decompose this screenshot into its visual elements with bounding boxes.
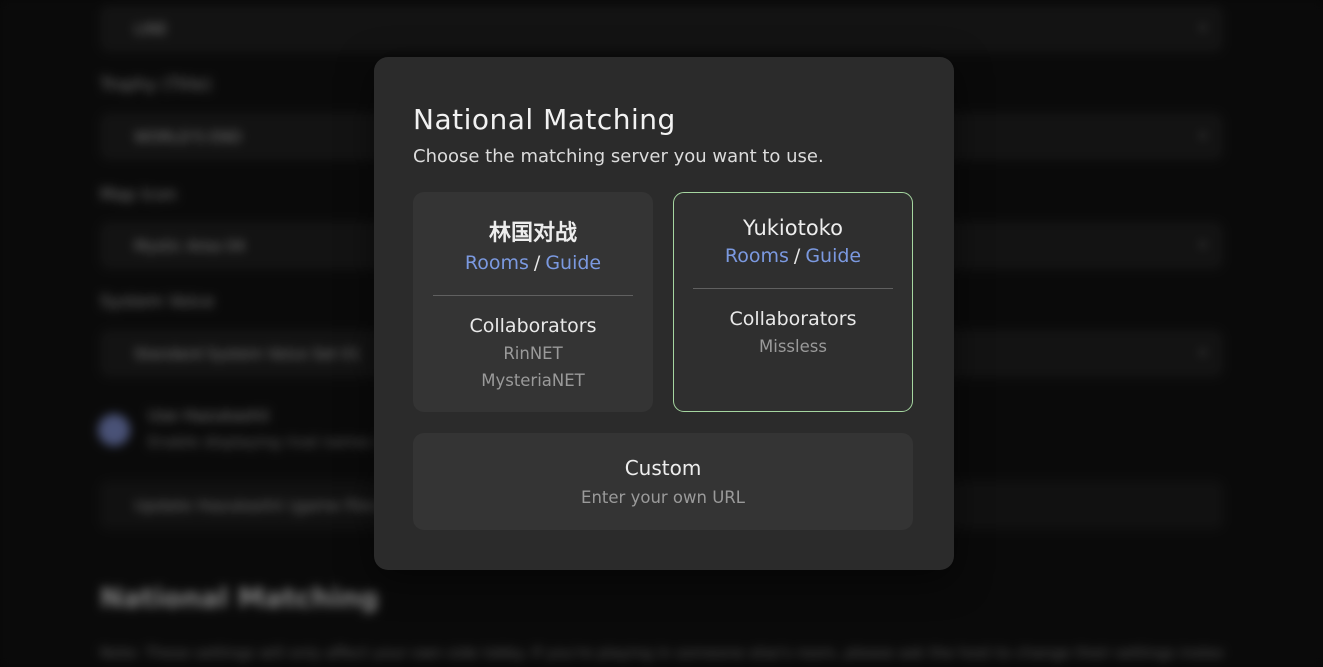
custom-card-subtitle: Enter your own URL (581, 488, 745, 507)
collaborator-name: MysteriaNET (413, 367, 653, 394)
link-separator: / (534, 252, 540, 274)
server-card-linguo[interactable]: 林国对战 Rooms/Guide Collaborators RinNET My… (413, 192, 653, 412)
rooms-link[interactable]: Rooms (725, 245, 789, 267)
server-links: Rooms/Guide (674, 245, 912, 267)
national-matching-modal: National Matching Choose the matching se… (374, 57, 954, 570)
screen: LINE ▾ Trophy (Title) WORLD'S END ▾ Map … (0, 0, 1323, 667)
collaborator-name: RinNET (413, 340, 653, 367)
collaborators-list: RinNET MysteriaNET (413, 340, 653, 394)
custom-card-title: Custom (625, 456, 702, 480)
server-name: Yukiotoko (674, 216, 912, 240)
server-links: Rooms/Guide (413, 252, 653, 274)
server-card-yukiotoko[interactable]: Yukiotoko Rooms/Guide Collaborators Miss… (673, 192, 913, 412)
collaborators-list: Missless (674, 333, 912, 360)
guide-link[interactable]: Guide (545, 252, 601, 274)
modal-subtitle: Choose the matching server you want to u… (413, 146, 824, 167)
rooms-link[interactable]: Rooms (465, 252, 529, 274)
custom-server-card[interactable]: Custom Enter your own URL (413, 433, 913, 530)
guide-link[interactable]: Guide (805, 245, 861, 267)
collaborator-name: Missless (674, 333, 912, 360)
link-separator: / (794, 245, 800, 267)
collaborators-heading: Collaborators (413, 315, 653, 337)
collaborators-heading: Collaborators (674, 308, 912, 330)
modal-title: National Matching (413, 103, 676, 136)
server-name: 林国对战 (413, 215, 653, 247)
card-divider (693, 288, 893, 289)
card-divider (433, 295, 633, 296)
